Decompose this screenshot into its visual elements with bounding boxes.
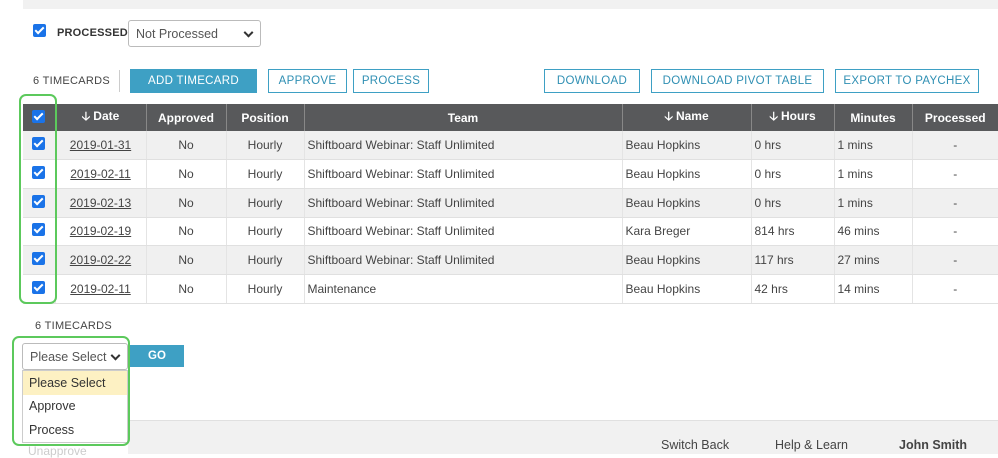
column-team[interactable]: Team: [304, 104, 623, 131]
hours-cell: 42 hrs: [751, 274, 835, 304]
name-cell: Beau Hopkins: [622, 159, 752, 189]
date-link[interactable]: 2019-02-11: [70, 282, 131, 296]
toolbar-divider: [119, 70, 120, 92]
go-button[interactable]: GO: [130, 345, 184, 367]
help-learn-link[interactable]: Help & Learn: [775, 438, 848, 452]
checkbox-column-highlight: [19, 94, 57, 304]
hours-cell: 0 hrs: [751, 188, 835, 218]
dropdown-option-faded: Unapprove: [28, 444, 87, 458]
name-cell: Beau Hopkins: [622, 131, 752, 161]
processed-filter-label: PROCESSED: [57, 27, 128, 39]
column-minutes[interactable]: Minutes: [834, 104, 913, 131]
switch-back-link[interactable]: Switch Back: [661, 438, 729, 452]
position-cell: Hourly: [226, 274, 305, 304]
column-approved[interactable]: Approved: [146, 104, 227, 131]
name-cell: Kara Breger: [622, 217, 752, 247]
chevron-down-icon: [243, 27, 254, 38]
download-button[interactable]: DOWNLOAD: [544, 69, 640, 93]
approved-cell: No: [146, 217, 227, 247]
team-cell: Shiftboard Webinar: Staff Unlimited: [304, 217, 623, 247]
column-date[interactable]: 🡣 Date: [55, 104, 147, 131]
approved-cell: No: [146, 159, 227, 189]
hours-cell: 117 hrs: [751, 245, 835, 275]
add-timecard-button[interactable]: ADD TIMECARD: [130, 69, 257, 93]
processed-cell: -: [912, 159, 998, 189]
minutes-cell: 46 mins: [834, 217, 913, 247]
name-cell: Beau Hopkins: [622, 245, 752, 275]
timecard-count: 6 TIMECARDS: [33, 75, 111, 87]
date-link[interactable]: 2019-02-11: [70, 167, 131, 181]
processed-filter-value: Not Processed: [136, 26, 218, 41]
approve-button[interactable]: APPROVE: [268, 69, 347, 93]
minutes-cell: 14 mins: [834, 274, 913, 304]
table-row: 2019-01-31 No Hourly Shiftboard Webinar:…: [23, 131, 998, 161]
table-row: 2019-02-22 No Hourly Shiftboard Webinar:…: [23, 245, 998, 275]
processed-cell: -: [912, 188, 998, 218]
team-cell: Shiftboard Webinar: Staff Unlimited: [304, 131, 623, 161]
processed-filter-checkbox[interactable]: [33, 24, 46, 37]
date-link[interactable]: 2019-01-31: [70, 138, 131, 152]
date-link[interactable]: 2019-02-13: [70, 196, 131, 210]
hours-cell: 0 hrs: [751, 159, 835, 189]
hours-cell: 814 hrs: [751, 217, 835, 247]
download-pivot-button[interactable]: DOWNLOAD PIVOT TABLE: [651, 69, 824, 93]
minutes-cell: 27 mins: [834, 245, 913, 275]
approved-cell: No: [146, 245, 227, 275]
minutes-cell: 1 mins: [834, 188, 913, 218]
processed-filter-select[interactable]: Not Processed: [128, 20, 261, 47]
team-cell: Maintenance: [304, 274, 623, 304]
top-bar: [23, 0, 998, 9]
name-cell: Beau Hopkins: [622, 274, 752, 304]
footer-bar: [128, 420, 998, 454]
column-name[interactable]: 🡣 Name: [622, 104, 752, 131]
minutes-cell: 1 mins: [834, 159, 913, 189]
table-row: 2019-02-19 No Hourly Shiftboard Webinar:…: [23, 217, 998, 247]
sort-down-icon: 🡣: [81, 109, 91, 123]
table-row: 2019-02-11 No Hourly Maintenance Beau Ho…: [23, 274, 998, 304]
hours-cell: 0 hrs: [751, 131, 835, 161]
processed-cell: -: [912, 274, 998, 304]
column-hours[interactable]: 🡣 Hours: [751, 104, 835, 131]
dropdown-highlight: [12, 336, 130, 446]
team-cell: Shiftboard Webinar: Staff Unlimited: [304, 188, 623, 218]
position-cell: Hourly: [226, 188, 305, 218]
date-link[interactable]: 2019-02-19: [70, 224, 131, 238]
approved-cell: No: [146, 274, 227, 304]
table-row: 2019-02-13 No Hourly Shiftboard Webinar:…: [23, 188, 998, 218]
name-cell: Beau Hopkins: [622, 188, 752, 218]
date-link[interactable]: 2019-02-22: [70, 253, 131, 267]
team-cell: Shiftboard Webinar: Staff Unlimited: [304, 159, 623, 189]
user-menu[interactable]: John Smith: [899, 438, 967, 452]
position-cell: Hourly: [226, 159, 305, 189]
approved-cell: No: [146, 131, 227, 161]
position-cell: Hourly: [226, 131, 305, 161]
position-cell: Hourly: [226, 217, 305, 247]
position-cell: Hourly: [226, 245, 305, 275]
approved-cell: No: [146, 188, 227, 218]
process-button[interactable]: PROCESS: [353, 69, 429, 93]
processed-cell: -: [912, 217, 998, 247]
bulk-timecard-count: 6 TIMECARDS: [35, 320, 113, 332]
sort-down-icon: 🡣: [664, 109, 673, 123]
timecards-table: 🡣 Date Approved Position Team 🡣 Name 🡣 Hour…: [23, 104, 998, 304]
sort-down-icon: 🡣: [769, 109, 778, 123]
column-processed[interactable]: Processed: [912, 104, 998, 131]
minutes-cell: 1 mins: [834, 131, 913, 161]
processed-cell: -: [912, 245, 998, 275]
table-header-row: 🡣 Date Approved Position Team 🡣 Name 🡣 Hour…: [23, 104, 998, 131]
team-cell: Shiftboard Webinar: Staff Unlimited: [304, 245, 623, 275]
export-paychex-button[interactable]: EXPORT TO PAYCHEX: [835, 69, 979, 93]
processed-cell: -: [912, 131, 998, 161]
table-row: 2019-02-11 No Hourly Shiftboard Webinar:…: [23, 159, 998, 189]
column-position[interactable]: Position: [226, 104, 305, 131]
